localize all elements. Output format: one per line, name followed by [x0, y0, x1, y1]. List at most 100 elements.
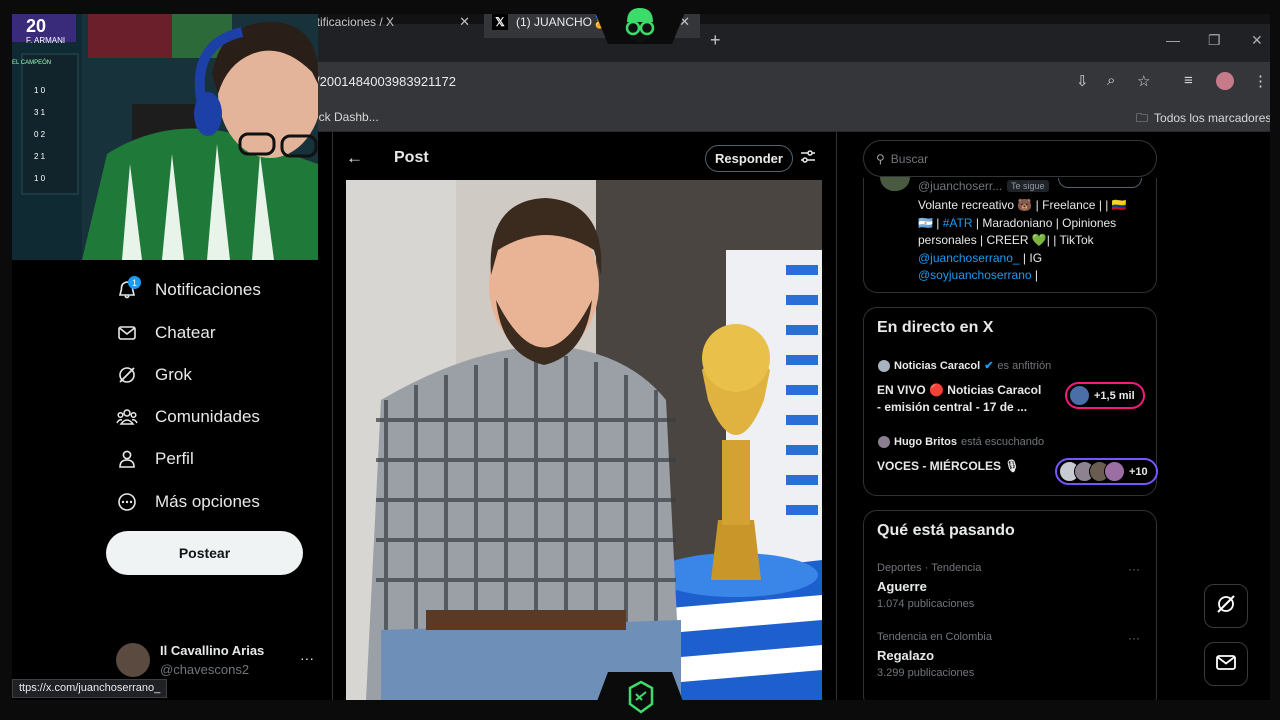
install-app-icon[interactable]: ⇩	[1076, 72, 1089, 90]
host-name: Hugo Britos	[894, 436, 957, 448]
profile-handle[interactable]: @juanchoserr...	[918, 179, 1002, 193]
more-circle-icon	[116, 491, 138, 513]
score-row: 1 0	[34, 86, 46, 95]
folder-icon: 🗀	[1136, 111, 1149, 125]
stream-frame	[0, 0, 12, 720]
back-button[interactable]: ←	[346, 148, 363, 168]
stream-frame	[1270, 0, 1280, 720]
grok-float-button[interactable]	[1204, 584, 1248, 628]
settings-sliders-icon[interactable]	[799, 148, 817, 171]
search-icon: ⚲	[876, 151, 885, 166]
envelope-icon	[1215, 651, 1237, 678]
nav-item-grok[interactable]: Grok	[116, 364, 192, 386]
trend-meta: Tendencia en Colombia	[877, 631, 992, 643]
nav-label: Grok	[155, 365, 192, 384]
live-host[interactable]: Noticias Caracol ✔ es anfitrión	[878, 359, 1051, 372]
bio-line: Volante recreativo 🐻 | Freelance | | 🇨🇴	[918, 198, 1127, 212]
follow-button[interactable]	[1058, 178, 1142, 188]
host-role: está escuchando	[960, 436, 1045, 448]
address-bar-url[interactable]: /2001484003983921172	[316, 74, 456, 89]
channel-badge-icon	[628, 680, 654, 714]
all-bookmarks-label: Todos los marcadores	[1154, 111, 1272, 125]
search-placeholder: Buscar	[890, 151, 929, 166]
hashtag-link[interactable]: #ATR	[943, 216, 973, 230]
nav-item-chat[interactable]: Chatear	[116, 322, 215, 344]
account-name[interactable]: Il Cavallino Arias	[160, 643, 264, 658]
status-bar-url: ttps://x.com/juanchoserrano_	[12, 679, 168, 698]
avatar	[1104, 461, 1125, 482]
score-row: 1 0	[34, 174, 46, 183]
trend-name[interactable]: Regalazo	[877, 648, 934, 663]
channel-logo-icon	[625, 8, 655, 42]
bio-line: @soyjuanchoserrano |	[918, 268, 1038, 282]
bio-text: |	[1031, 268, 1039, 282]
nav-item-more-options[interactable]: Más opciones	[116, 491, 260, 513]
people-icon	[116, 406, 138, 428]
account-more-button[interactable]: ···	[300, 650, 314, 666]
trends-card-title: Qué está pasando	[877, 522, 1015, 539]
messages-float-button[interactable]	[1204, 642, 1248, 686]
nav-label: Perfil	[155, 449, 194, 468]
scoreboard: 1 0 3 1 0 2 2 1 1 0	[34, 80, 45, 190]
bio-text: | IG	[1019, 251, 1043, 265]
media-control-icon[interactable]: ≡	[1184, 72, 1193, 89]
nav-label: Chatear	[155, 323, 216, 342]
score-row: 2 1	[34, 152, 46, 161]
nav-item-communities[interactable]: Comunidades	[116, 406, 260, 428]
x-logo-icon: 𝕏	[492, 14, 508, 30]
restore-icon[interactable]: ❐	[1208, 32, 1221, 49]
post-image[interactable]	[346, 180, 822, 700]
avatar	[878, 436, 890, 448]
listener-count: +1,5 mil	[1094, 389, 1135, 402]
trends-card	[863, 510, 1157, 710]
streamer-image	[12, 14, 318, 260]
bookmark-item[interactable]: ick Dashb...	[316, 110, 379, 124]
post-button[interactable]: Postear	[106, 531, 303, 575]
bookmark-star-icon[interactable]: ☆	[1137, 72, 1150, 90]
close-icon[interactable]: ✕	[459, 14, 480, 30]
trend-meta: Deportes · Tendencia	[877, 562, 982, 574]
score-row: 3 1	[34, 108, 46, 117]
listener-count-pill[interactable]: +1,5 mil	[1065, 382, 1145, 409]
page-title: Post	[394, 149, 429, 166]
trend-count: 1.074 publicaciones	[877, 598, 975, 610]
mention-link[interactable]: @juanchoserrano_	[918, 251, 1020, 265]
reply-button[interactable]: Responder	[705, 145, 793, 172]
nav-item-profile[interactable]: Perfil	[116, 448, 194, 470]
nav-label: Más opciones	[155, 492, 260, 511]
host-name: Noticias Caracol	[894, 359, 981, 372]
live-host[interactable]: Hugo Britos está escuchando	[878, 436, 1044, 448]
grok-icon	[1215, 593, 1237, 620]
menu-kebab-icon[interactable]: ⋮	[1253, 72, 1268, 90]
score-row: 0 2	[34, 130, 46, 139]
space-title[interactable]: VOCES - MIÉRCOLES 🎙	[877, 458, 1020, 475]
zoom-icon[interactable]: ⌕	[1107, 72, 1115, 89]
avatar[interactable]	[116, 643, 150, 677]
search-input[interactable]: ⚲ Buscar	[863, 140, 1157, 177]
listener-count-pill[interactable]: +10	[1055, 458, 1158, 485]
trend-more-button[interactable]: ···	[1128, 631, 1140, 645]
minimize-icon[interactable]: —	[1166, 32, 1180, 48]
space-title[interactable]: EN VIVO 🔴 Noticias Caracol - emisión cen…	[877, 382, 1041, 416]
profile-avatar-icon[interactable]	[1216, 72, 1234, 90]
envelope-icon	[116, 322, 138, 344]
mention-link[interactable]: @soyjuanchoserrano	[918, 268, 1032, 282]
bookmarks-bar	[300, 102, 1280, 132]
scoreboard-title: EL CAMPEÓN	[12, 60, 52, 66]
trend-count: 3.299 publicaciones	[877, 667, 975, 679]
new-tab-button[interactable]: +	[710, 30, 721, 51]
trend-name[interactable]: Aguerre	[877, 579, 927, 594]
left-divider	[332, 132, 333, 700]
notification-badge: 1	[128, 276, 141, 289]
person-icon	[116, 448, 138, 470]
host-role: es anfitrión	[997, 359, 1052, 372]
trend-more-button[interactable]: ···	[1128, 562, 1140, 576]
bio-line: 🇦🇷 | #ATR | Maradoniano | Opiniones	[918, 216, 1116, 230]
space-title-line: - emisión central - 17 de ...	[877, 400, 1028, 414]
bio-line: @juanchoserrano_ | IG	[918, 251, 1042, 265]
all-bookmarks[interactable]: 🗀 Todos los marcadores	[1136, 109, 1271, 130]
tab-title: otificaciones / X	[310, 15, 395, 29]
photo-man-with-trophy	[346, 180, 822, 700]
close-window-icon[interactable]: ✕	[1251, 32, 1263, 49]
bio-text: | Maradoniano | Opiniones	[972, 216, 1117, 230]
